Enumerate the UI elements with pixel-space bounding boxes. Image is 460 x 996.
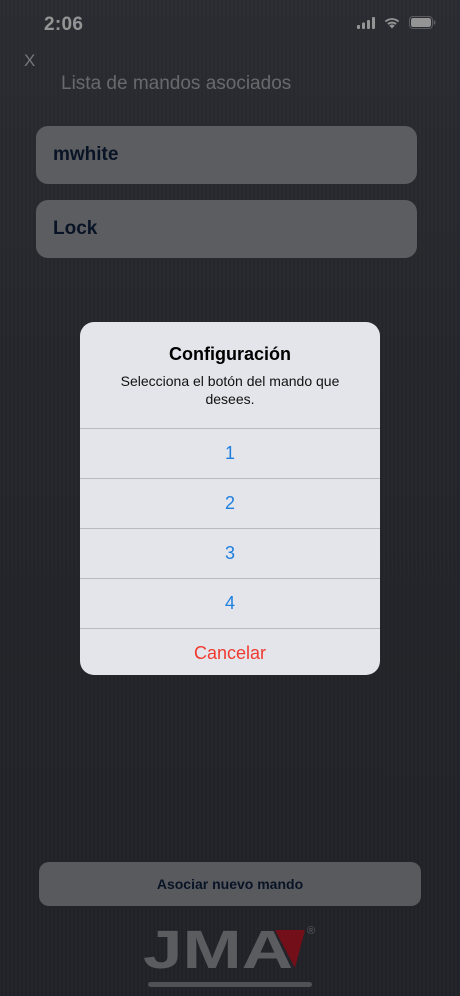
signal-icon: [357, 16, 375, 29]
associate-new-remote-button[interactable]: Asociar nuevo mando: [39, 862, 421, 906]
remote-list-item-label: Lock: [53, 218, 98, 239]
associate-new-remote-label: Asociar nuevo mando: [156, 876, 304, 892]
status-icons: [357, 16, 436, 29]
close-button[interactable]: X: [24, 51, 35, 71]
alert-option-1[interactable]: 1: [80, 428, 380, 478]
status-time: 2:06: [44, 14, 84, 35]
jma-logo-registered-mark: ®: [307, 925, 315, 937]
configuration-alert: Configuración Selecciona el botón del ma…: [80, 322, 380, 675]
remote-list-item-lock[interactable]: Lock: [36, 200, 417, 258]
alert-option-2[interactable]: 2: [80, 478, 380, 528]
alert-option-4[interactable]: 4: [80, 578, 380, 628]
battery-icon: [409, 16, 436, 29]
page-title: Lista de mandos asociados: [61, 73, 292, 94]
alert-cancel-button[interactable]: Cancelar: [80, 628, 380, 675]
alert-message: Selecciona el botón del mando que desees…: [120, 373, 340, 407]
alert-header: Configuración Selecciona el botón del ma…: [80, 322, 380, 428]
app-screen: 2:06 X Lista de mandos asociados mwhite …: [0, 0, 460, 996]
jma-logo-text: JMA: [143, 922, 293, 970]
wifi-icon: [384, 18, 400, 29]
jma-logo: JMA ®: [143, 922, 315, 970]
home-indicator[interactable]: [148, 982, 312, 987]
alert-option-3[interactable]: 3: [80, 528, 380, 578]
remote-list-item-label: mwhite: [53, 144, 119, 165]
remote-list-item-mwhite[interactable]: mwhite: [36, 126, 417, 184]
alert-title: Configuración: [169, 344, 291, 364]
